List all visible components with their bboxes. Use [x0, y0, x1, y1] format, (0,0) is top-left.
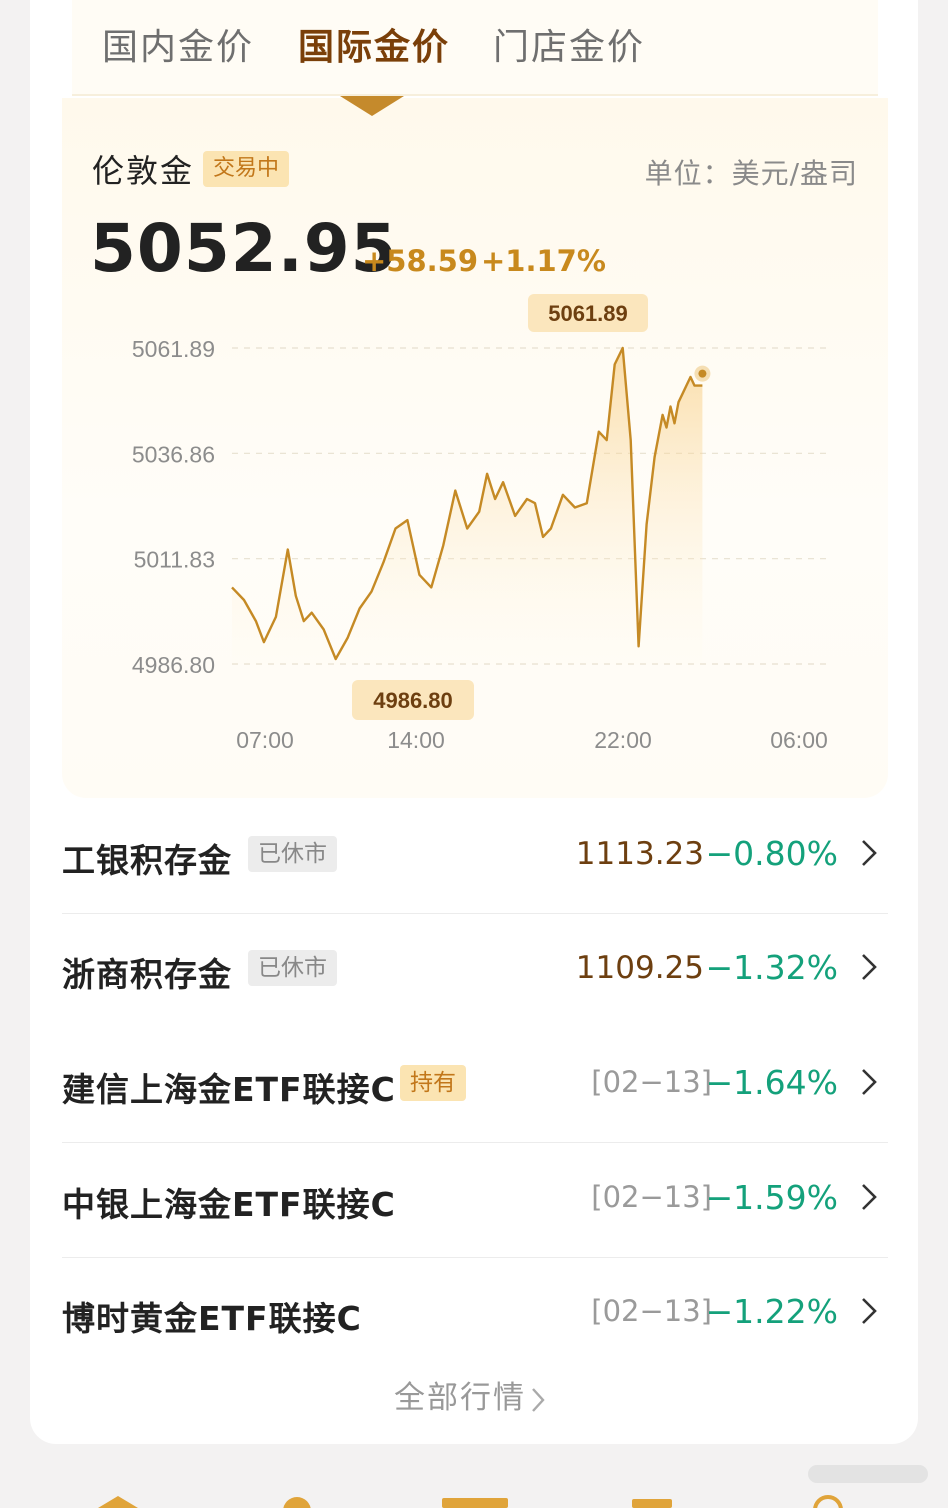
chevron-right-icon: [862, 840, 877, 866]
list-item-price: 1109.25: [575, 950, 704, 986]
status-badge: 已休市: [248, 836, 337, 872]
x-tick-label: 14:00: [387, 727, 445, 753]
chevron-right-icon: [862, 1069, 877, 1095]
list-item-name: 工银积存金: [62, 841, 232, 880]
y-tick-label: 5036.86: [132, 441, 215, 467]
list-item-date: [02−13]: [591, 1294, 712, 1328]
list-item-name: 博时黄金ETF联接C: [62, 1299, 362, 1338]
list-item-change: −1.32%: [705, 948, 838, 987]
list-item-date: [02−13]: [591, 1065, 712, 1099]
list-item[interactable]: 工银积存金 已休市 1113.23 −0.80%: [62, 800, 888, 914]
y-tick-label: 5061.89: [132, 336, 215, 362]
list-item-price: 1113.23: [575, 836, 704, 872]
low-price-label: 4986.80: [373, 688, 453, 713]
x-tick-label: 06:00: [770, 727, 828, 753]
list-item[interactable]: 博时黄金ETF联接C [02−13] −1.22%: [62, 1258, 888, 1372]
y-tick-label: 4986.80: [132, 652, 215, 678]
high-price-label: 5061.89: [548, 301, 628, 326]
chevron-right-icon: [532, 1387, 545, 1412]
list-item-change: −1.59%: [705, 1178, 838, 1217]
list-item-name: 建信上海金ETF联接C: [62, 1070, 396, 1109]
x-tick-label: 22:00: [594, 727, 652, 753]
list-item-date: [02−13]: [591, 1180, 712, 1214]
x-tick-label: 07:00: [236, 727, 294, 753]
service-tab-icon[interactable]: [812, 1494, 844, 1508]
list-item[interactable]: 中银上海金ETF联接C [02−13] −1.59%: [62, 1144, 888, 1258]
list-item-change: −1.64%: [705, 1063, 838, 1102]
home-indicator-icon: [808, 1465, 928, 1483]
profile-tab-icon[interactable]: [280, 1494, 314, 1508]
intraday-chart[interactable]: 5061.89 5036.86 5011.83 4986.80 07:00 14:00 22…: [0, 0, 948, 800]
chevron-right-icon: [862, 954, 877, 980]
status-badge: 已休市: [248, 950, 337, 986]
market-tab-icon[interactable]: [440, 1494, 510, 1508]
list-item-change: −0.80%: [705, 834, 838, 873]
divider: [62, 1142, 888, 1143]
latest-point: [698, 369, 707, 378]
holding-badge: 持有: [400, 1065, 466, 1101]
list-item[interactable]: 浙商积存金 已休市 1109.25 −1.32%: [62, 914, 888, 1028]
list-item-name: 中银上海金ETF联接C: [62, 1185, 396, 1224]
wallet-tab-icon[interactable]: [630, 1494, 674, 1508]
list-item-name: 浙商积存金: [62, 955, 232, 994]
all-quotes-link[interactable]: 全部行情: [394, 1372, 546, 1417]
list-item-change: −1.22%: [705, 1292, 838, 1331]
y-tick-label: 5011.83: [134, 547, 215, 573]
home-tab-icon[interactable]: [96, 1494, 140, 1508]
list-item[interactable]: 建信上海金ETF联接C 持有 [02−13] −1.64%: [62, 1029, 888, 1143]
all-quotes-label: 全部行情: [394, 1380, 526, 1416]
chevron-right-icon: [862, 1298, 877, 1324]
chevron-right-icon: [862, 1184, 877, 1210]
